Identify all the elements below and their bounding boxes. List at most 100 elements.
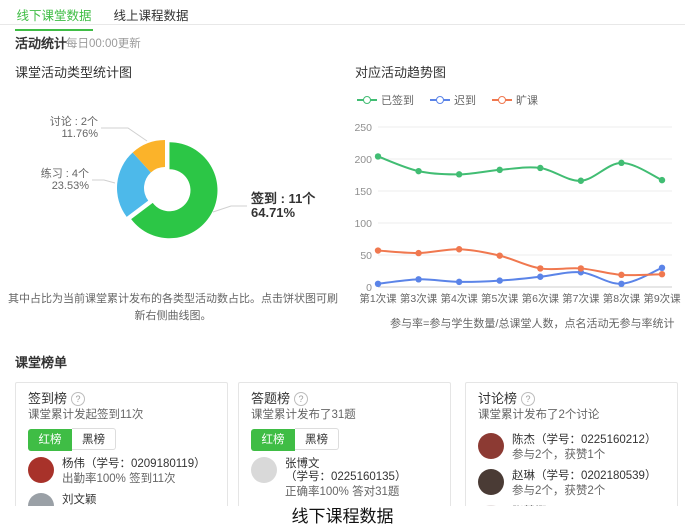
data-point-旷课[interactable] — [497, 252, 503, 258]
tab-online-course-data[interactable]: 线上课程数据 — [112, 5, 190, 24]
avatar — [478, 469, 504, 495]
y-axis-tick: 100 — [354, 218, 372, 230]
avatar — [478, 433, 504, 459]
card-checkin-subtitle: 课堂累计发起签到11次 — [28, 408, 215, 422]
pie-footnote: 其中占比为当前课堂累计发布的各类型活动数占比。点击饼状图可刷新右侧曲线图。 — [8, 291, 338, 325]
card-checkin-title: 签到榜? — [28, 391, 215, 407]
student-row: 张博文（学号：0225160135） 正确率100% 答对31题 — [251, 457, 438, 499]
x-axis-tick: 第3次课 — [400, 292, 438, 305]
pie-percent: 23.53% — [52, 180, 90, 192]
x-axis-tick: 第4次课 — [440, 292, 478, 305]
data-point-迟到[interactable] — [537, 274, 543, 280]
trend-panel-title: 对应活动趋势图 — [355, 62, 446, 81]
tab-black-board[interactable]: 黑榜 — [72, 428, 116, 450]
x-axis-tick: 第6次课 — [522, 292, 560, 305]
figure-caption: 线下课程数据 — [0, 506, 685, 530]
pie-label-line — [213, 206, 247, 212]
legend-circle-icon — [498, 96, 506, 104]
legend-label: 迟到 — [454, 92, 476, 108]
y-axis-tick: 250 — [354, 122, 372, 134]
legend-item-旷课[interactable]: 旷课 — [492, 92, 538, 108]
data-point-旷课[interactable] — [618, 272, 624, 278]
data-point-迟到[interactable] — [618, 281, 624, 287]
legend-label: 已签到 — [381, 92, 414, 108]
student-stats: 参与2个，获赞1个 — [512, 449, 656, 462]
legend-symbol — [430, 99, 450, 101]
card-quiz-title: 答题榜? — [251, 391, 438, 407]
name-text: 刘文颖 — [62, 494, 97, 506]
x-axis-tick: 第9次课 — [643, 292, 681, 305]
activity-trend-chart: 050100150200250第1次课第3次课第4次课第5次课第6次课第7次课第… — [345, 108, 685, 310]
pie-percent: 64.71% — [251, 205, 296, 220]
series-line-已签到 — [378, 156, 662, 180]
avatar — [251, 457, 277, 483]
student-id: （学号：0225160212） — [535, 434, 656, 446]
data-point-迟到[interactable] — [375, 281, 381, 287]
checkin-board-tabs: 红榜黑榜 — [28, 428, 215, 450]
legend-circle-icon — [436, 96, 444, 104]
tab-red-board[interactable]: 红榜 — [28, 429, 72, 451]
data-point-旷课[interactable] — [659, 271, 665, 277]
data-point-已签到[interactable] — [456, 171, 462, 177]
pie-label-line — [101, 128, 147, 141]
help-icon[interactable]: ? — [71, 392, 85, 406]
data-point-迟到[interactable] — [456, 279, 462, 285]
legend-item-迟到[interactable]: 迟到 — [430, 92, 476, 108]
student-name: 赵琳（学号：0202180539） — [512, 470, 656, 483]
card-discussion-ranking: 讨论榜? 课堂累计发布了2个讨论 陈杰（学号：0225160212） 参与2个，… — [465, 382, 678, 510]
activity-type-pie-chart[interactable]: 签到 : 11个64.71%练习 : 4个23.53%讨论 : 2个11.76% — [0, 85, 340, 291]
tab-black-board[interactable]: 黑榜 — [295, 428, 339, 450]
student-id: （学号：0202180539） — [535, 470, 656, 482]
pie-panel-title: 课堂活动类型统计图 — [15, 62, 132, 81]
student-name: 张博文（学号：0225160135） — [285, 458, 438, 484]
help-icon[interactable]: ? — [521, 392, 535, 406]
pie-label: 练习 : 4个 — [41, 166, 89, 180]
data-point-旷课[interactable] — [375, 247, 381, 253]
help-icon[interactable]: ? — [294, 392, 308, 406]
student-row: 杨伟（学号：0209180119） 出勤率100% 签到11次 — [28, 457, 215, 486]
data-point-旷课[interactable] — [456, 246, 462, 252]
pie-label: 讨论 : 2个 — [50, 114, 98, 128]
data-point-迟到[interactable] — [659, 265, 665, 271]
card-discussion-subtitle: 课堂累计发布了2个讨论 — [478, 408, 665, 422]
legend-symbol — [357, 99, 377, 101]
data-point-已签到[interactable] — [497, 167, 503, 173]
data-point-已签到[interactable] — [415, 168, 421, 174]
legend-symbol — [492, 99, 512, 101]
card-quiz-ranking: 答题榜? 课堂累计发布了31题 红榜黑榜 张博文（学号：0225160135） … — [238, 382, 451, 510]
tab-red-board[interactable]: 红榜 — [251, 429, 295, 451]
student-row: 陈杰（学号：0225160212） 参与2个，获赞1个 — [478, 433, 665, 462]
x-axis-tick: 第5次课 — [481, 292, 519, 305]
quiz-board-tabs: 红榜黑榜 — [251, 428, 438, 450]
trend-chart-legend: 已签到 迟到 旷课 — [357, 92, 538, 108]
student-name: 杨伟（学号：0209180119） — [62, 458, 206, 471]
student-stats: 出勤率100% 签到11次 — [62, 473, 206, 486]
legend-item-已签到[interactable]: 已签到 — [357, 92, 414, 108]
tab-offline-class-data[interactable]: 线下课堂数据 — [15, 5, 93, 24]
data-point-已签到[interactable] — [578, 178, 584, 184]
ranking-section-title: 课堂榜单 — [15, 352, 67, 371]
pie-label-line — [92, 180, 115, 183]
data-point-旷课[interactable] — [415, 250, 421, 256]
page: 线下课堂数据 线上课程数据 活动统计 每日00:00更新 课堂活动类型统计图 对… — [0, 0, 685, 530]
data-point-迟到[interactable] — [415, 276, 421, 282]
data-point-已签到[interactable] — [375, 153, 381, 159]
data-point-旷课[interactable] — [537, 265, 543, 271]
card-title-text: 讨论榜 — [478, 391, 517, 406]
y-axis-tick: 150 — [354, 186, 372, 198]
legend-circle-icon — [363, 96, 371, 104]
name-text: 张博文 — [285, 458, 320, 470]
data-point-旷课[interactable] — [578, 265, 584, 271]
student-id: （学号：0209180119） — [85, 458, 206, 470]
legend-label: 旷课 — [516, 92, 538, 108]
student-row: 赵琳（学号：0202180539） 参与2个，获赞2个 — [478, 469, 665, 498]
data-point-已签到[interactable] — [618, 160, 624, 166]
x-axis-tick: 第8次课 — [603, 292, 641, 305]
activity-stats-title: 活动统计 — [15, 33, 67, 52]
data-point-已签到[interactable] — [537, 165, 543, 171]
name-text: 杨伟 — [62, 458, 85, 470]
data-point-已签到[interactable] — [659, 177, 665, 183]
y-axis-tick: 200 — [354, 154, 372, 166]
data-point-迟到[interactable] — [497, 277, 503, 283]
avatar — [28, 457, 54, 483]
